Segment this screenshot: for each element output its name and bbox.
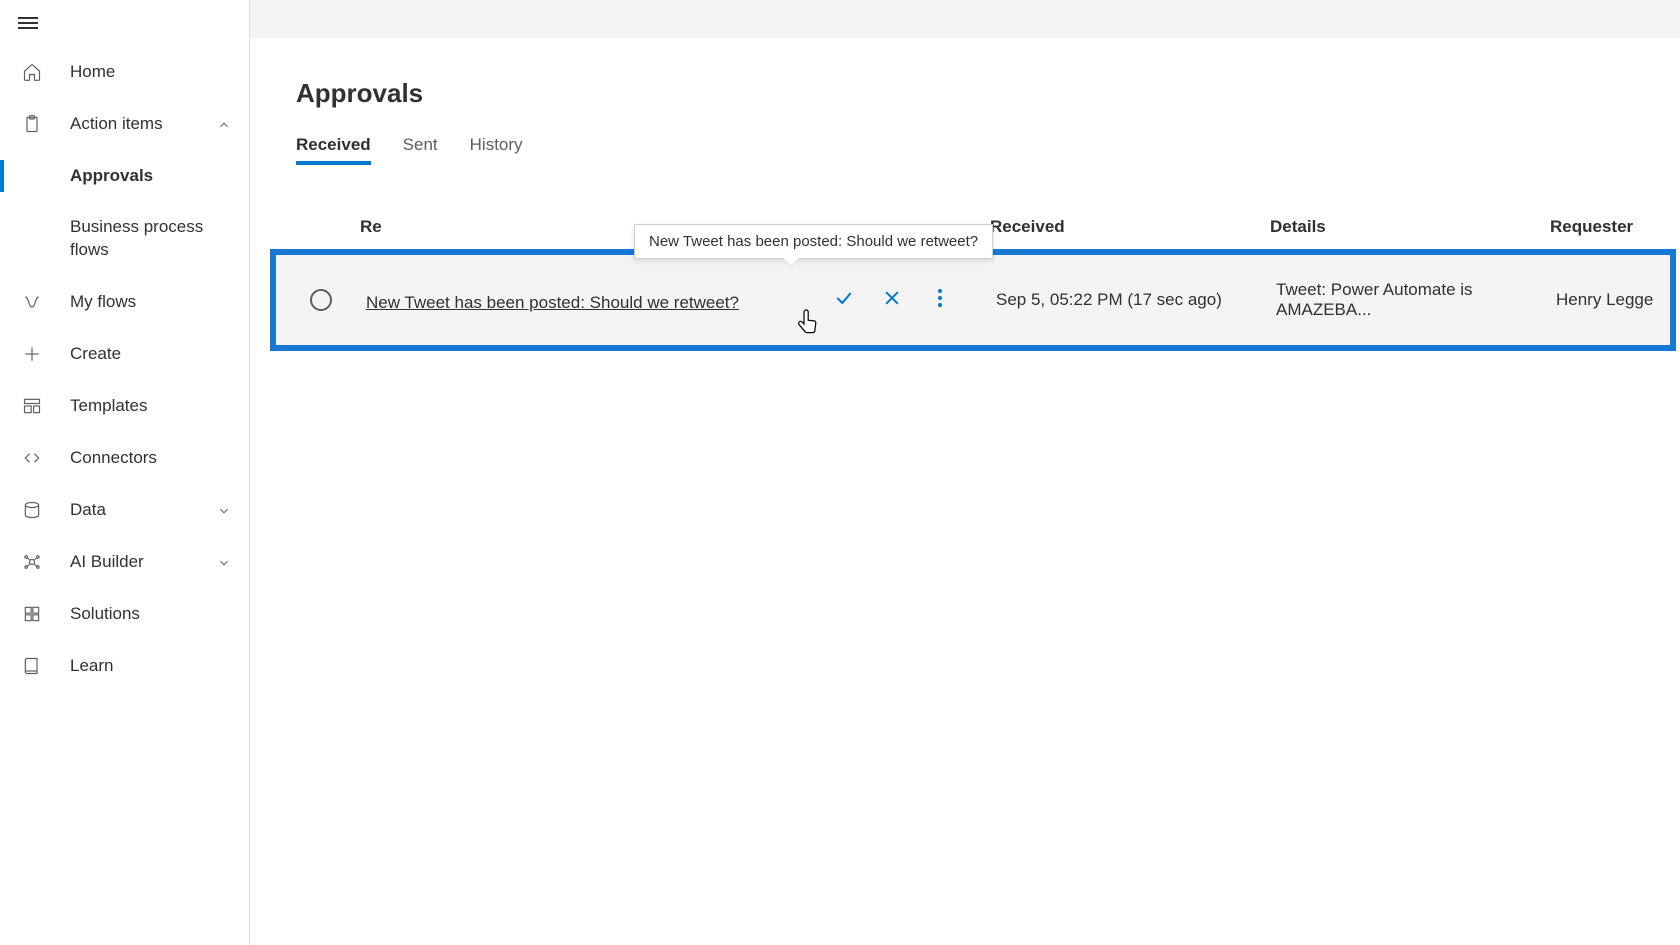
sidebar-item-data[interactable]: Data — [0, 484, 249, 536]
sidebar: Home Action items Approvals Business pro… — [0, 0, 250, 945]
highlight-frame: New Tweet has been posted: Should we ret… — [270, 249, 1676, 351]
tab-history[interactable]: History — [470, 135, 523, 165]
sidebar-item-label: Approvals — [70, 166, 153, 186]
approve-icon[interactable] — [834, 288, 854, 308]
ai-icon — [22, 552, 42, 572]
sidebar-item-label: Action items — [70, 114, 163, 134]
sidebar-item-connectors[interactable]: Connectors — [0, 432, 249, 484]
row-received: Sep 5, 05:22 PM (17 sec ago) — [996, 290, 1276, 310]
row-details: Tweet: Power Automate is AMAZEBA... — [1276, 280, 1556, 320]
templates-icon — [22, 396, 42, 416]
sidebar-item-label: Create — [70, 344, 121, 364]
sidebar-item-solutions[interactable]: Solutions — [0, 588, 249, 640]
sidebar-item-label: AI Builder — [70, 552, 144, 572]
sidebar-item-label: My flows — [70, 292, 136, 312]
page-title: Approvals — [250, 78, 1680, 109]
sidebar-item-learn[interactable]: Learn — [0, 640, 249, 692]
more-actions-icon[interactable] — [930, 288, 950, 308]
sidebar-item-label: Learn — [70, 656, 113, 676]
sidebar-item-ai-builder[interactable]: AI Builder — [0, 536, 249, 588]
sidebar-item-label: Connectors — [70, 448, 157, 468]
chevron-up-icon — [217, 117, 231, 131]
reject-icon[interactable] — [882, 288, 902, 308]
chevron-down-icon — [217, 555, 231, 569]
tab-sent[interactable]: Sent — [403, 135, 438, 165]
row-requester: Henry Legge — [1556, 290, 1670, 310]
approval-request-link[interactable]: New Tweet has been posted: Should we ret… — [366, 293, 739, 312]
sidebar-item-templates[interactable]: Templates — [0, 380, 249, 432]
column-received[interactable]: Received — [990, 217, 1270, 237]
column-details[interactable]: Details — [1270, 217, 1550, 237]
database-icon — [22, 500, 42, 520]
home-icon — [22, 62, 42, 82]
book-icon — [22, 656, 42, 676]
tooltip: New Tweet has been posted: Should we ret… — [634, 224, 993, 259]
solutions-icon — [22, 604, 42, 624]
clipboard-icon — [22, 114, 42, 134]
row-select-checkbox[interactable] — [310, 289, 332, 311]
chevron-down-icon — [217, 503, 231, 517]
sidebar-item-my-flows[interactable]: My flows — [0, 276, 249, 328]
sidebar-item-create[interactable]: Create — [0, 328, 249, 380]
column-requester[interactable]: Requester — [1550, 217, 1680, 237]
sidebar-item-action-items[interactable]: Action items — [0, 98, 249, 150]
tab-received[interactable]: Received — [296, 135, 371, 165]
flow-icon — [22, 292, 42, 312]
plus-icon — [22, 344, 42, 364]
table-row[interactable]: New Tweet has been posted: Should we ret… — [276, 255, 1670, 345]
sidebar-item-label: Data — [70, 500, 106, 520]
sidebar-item-approvals[interactable]: Approvals — [0, 150, 249, 202]
sidebar-item-label: Business process flows — [70, 216, 231, 262]
main-content: Approvals Received Sent History Re Recei… — [250, 0, 1680, 945]
sidebar-item-label: Solutions — [70, 604, 140, 624]
hamburger-icon[interactable] — [18, 13, 38, 33]
sidebar-item-label: Templates — [70, 396, 147, 416]
sidebar-item-bpf[interactable]: Business process flows — [0, 202, 249, 276]
sidebar-item-home[interactable]: Home — [0, 46, 249, 98]
sidebar-item-label: Home — [70, 62, 115, 82]
connectors-icon — [22, 448, 42, 468]
tabs: Received Sent History — [250, 135, 1680, 165]
